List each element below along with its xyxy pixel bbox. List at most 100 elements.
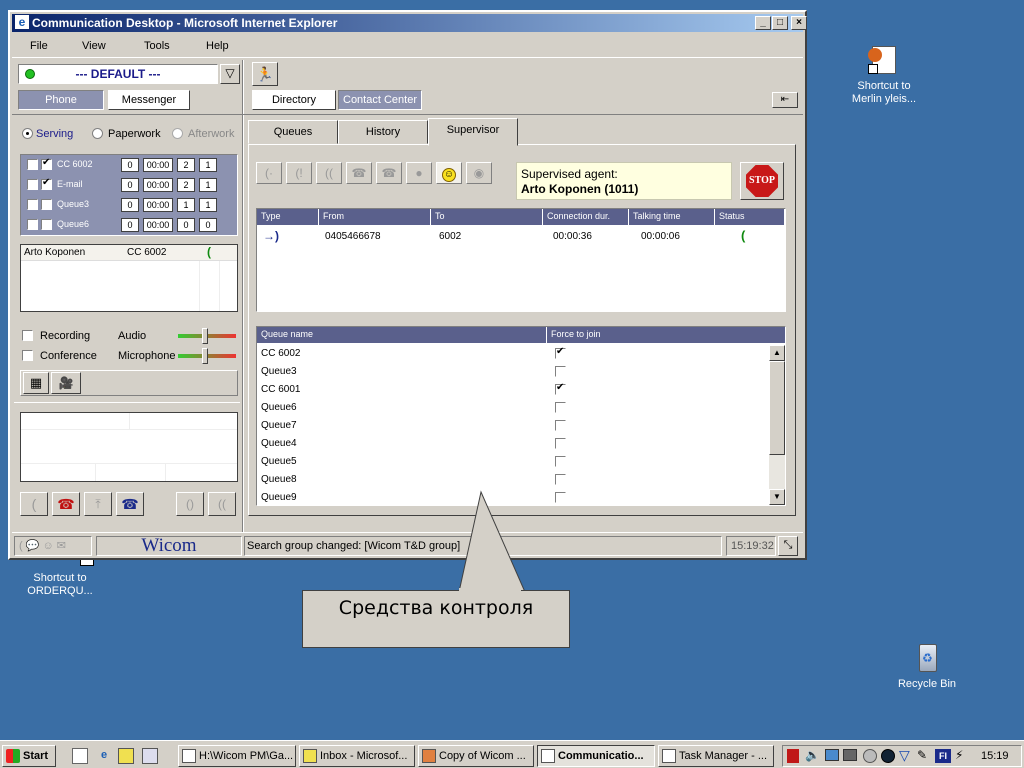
listen-icon[interactable]: (· bbox=[256, 162, 282, 184]
col-header-queue-name[interactable]: Queue name bbox=[257, 327, 547, 343]
task-button-task-manager[interactable]: Task Manager - ... bbox=[658, 745, 774, 767]
queue-active-checkbox[interactable] bbox=[41, 157, 52, 170]
tray-globe-icon[interactable] bbox=[863, 749, 877, 763]
radio-serving[interactable] bbox=[22, 128, 33, 139]
quick-launch-outlook-icon[interactable] bbox=[72, 748, 88, 764]
queue-select-checkbox[interactable] bbox=[27, 219, 38, 230]
hangup-gray-icon[interactable]: ☎ bbox=[376, 162, 402, 184]
task-button-explorer[interactable]: H:\Wicom PM\Ga... bbox=[178, 745, 296, 767]
menu-view[interactable]: View bbox=[82, 40, 106, 52]
queue-select-checkbox[interactable] bbox=[27, 159, 38, 170]
table-row[interactable]: Queue3 bbox=[257, 363, 769, 381]
table-row[interactable]: Queue7 bbox=[257, 417, 769, 435]
menu-help[interactable]: Help bbox=[206, 40, 229, 52]
transfer-icon[interactable]: ⤒ bbox=[84, 492, 112, 516]
col-header-type[interactable]: Type bbox=[257, 209, 319, 225]
tray-network-icon[interactable] bbox=[825, 749, 839, 761]
task-button-communication[interactable]: Communicatio... bbox=[537, 745, 655, 767]
tray-pen-icon[interactable]: ✎ bbox=[917, 748, 927, 762]
conference-call-icon[interactable]: () bbox=[176, 492, 204, 516]
queue-active-checkbox[interactable] bbox=[41, 177, 52, 190]
quick-launch-app-icon[interactable] bbox=[142, 748, 158, 764]
answer-icon[interactable]: ( bbox=[20, 492, 48, 516]
table-row[interactable]: Queue5 bbox=[257, 453, 769, 471]
col-header-connection[interactable]: Connection dur. bbox=[543, 209, 629, 225]
col-header-status[interactable]: Status bbox=[715, 209, 785, 225]
desktop-icon-orderqu[interactable]: Shortcut to ORDERQU... bbox=[10, 558, 110, 598]
tab-phone[interactable]: Phone bbox=[18, 90, 104, 110]
force-join-checkbox[interactable] bbox=[555, 474, 566, 485]
queue-select-checkbox[interactable] bbox=[27, 179, 38, 190]
desktop-icon-recycle-bin[interactable]: ♻ Recycle Bin bbox=[877, 642, 977, 691]
col-header-talking[interactable]: Talking time bbox=[629, 209, 715, 225]
tray-monitor-icon[interactable] bbox=[843, 749, 857, 761]
radio-afterwork[interactable] bbox=[172, 128, 183, 139]
tray-volume-icon[interactable]: 🔈 bbox=[805, 748, 820, 762]
scroll-down-arrow-icon[interactable]: ▼ bbox=[769, 489, 785, 505]
table-row[interactable]: Queue6 bbox=[257, 399, 769, 417]
force-join-checkbox[interactable] bbox=[555, 420, 566, 431]
hangup-icon[interactable]: ☎ bbox=[52, 492, 80, 516]
dialpad-grid-icon[interactable]: ▦ bbox=[23, 372, 49, 394]
detach-panel-icon[interactable]: ⇤ bbox=[772, 92, 798, 108]
recording-checkbox[interactable] bbox=[22, 330, 33, 341]
force-join-checkbox[interactable] bbox=[555, 402, 566, 413]
minimize-button[interactable]: _ bbox=[755, 16, 771, 30]
profile-select[interactable]: --- DEFAULT --- bbox=[18, 64, 218, 84]
table-row[interactable]: Queue8 bbox=[257, 471, 769, 489]
menu-file[interactable]: File bbox=[30, 40, 48, 52]
stop-button[interactable]: STOP bbox=[740, 162, 784, 200]
barge-in-icon[interactable]: (( bbox=[316, 162, 342, 184]
col-header-from[interactable]: From bbox=[319, 209, 431, 225]
conference-checkbox[interactable] bbox=[22, 350, 33, 361]
table-row[interactable]: Queue4 bbox=[257, 435, 769, 453]
force-join-checkbox[interactable] bbox=[555, 346, 566, 359]
audio-slider[interactable] bbox=[202, 328, 208, 344]
task-button-copy-wicom[interactable]: Copy of Wicom ... bbox=[418, 745, 534, 767]
tab-messenger[interactable]: Messenger bbox=[108, 90, 190, 110]
quick-launch-ie-icon[interactable]: e bbox=[96, 748, 112, 764]
tab-directory[interactable]: Directory bbox=[252, 90, 336, 110]
tab-queues[interactable]: Queues bbox=[248, 120, 338, 144]
tray-chevron-icon[interactable]: ▽ bbox=[899, 747, 910, 764]
tray-walk-icon[interactable]: ⚡ bbox=[955, 748, 963, 762]
tray-clock[interactable]: 15:19 bbox=[981, 750, 1009, 762]
force-join-checkbox[interactable] bbox=[555, 366, 566, 377]
desktop-icon-merlin[interactable]: ↗ Shortcut to Merlin yleis... bbox=[834, 44, 934, 106]
queue-row[interactable]: E-mail 0 00:00 2 1 bbox=[21, 175, 237, 195]
queue-row[interactable]: CC 6002 0 00:00 2 1 bbox=[21, 155, 237, 175]
col-header-to[interactable]: To bbox=[431, 209, 543, 225]
queue-select-checkbox[interactable] bbox=[27, 199, 38, 210]
smiley-icon[interactable]: ☺ bbox=[436, 162, 462, 184]
tray-moon-icon[interactable] bbox=[881, 749, 895, 763]
tab-contact-center[interactable]: Contact Center bbox=[338, 90, 422, 110]
close-button[interactable]: × bbox=[791, 16, 807, 30]
record-dot-icon[interactable]: ● bbox=[406, 162, 432, 184]
queue-active-checkbox[interactable] bbox=[41, 219, 52, 230]
task-button-inbox[interactable]: Inbox - Microsof... bbox=[299, 745, 415, 767]
queue-active-checkbox[interactable] bbox=[41, 199, 52, 210]
force-join-checkbox[interactable] bbox=[555, 438, 566, 449]
table-row[interactable]: CC 6002 bbox=[257, 345, 769, 363]
tray-security-icon[interactable] bbox=[787, 749, 799, 763]
table-row[interactable]: →) 0405466678 6002 00:00:36 00:00:06 ( bbox=[257, 227, 785, 247]
table-row[interactable]: CC 6001 bbox=[257, 381, 769, 399]
force-join-checkbox[interactable] bbox=[555, 456, 566, 467]
phone-hold-icon[interactable]: ☎ bbox=[116, 492, 144, 516]
tab-history[interactable]: History bbox=[338, 120, 428, 144]
start-button[interactable]: Start bbox=[2, 745, 56, 767]
title-bar[interactable]: e Communication Desktop - Microsoft Inte… bbox=[12, 14, 807, 32]
force-join-checkbox[interactable] bbox=[555, 382, 566, 395]
tray-language-indicator[interactable]: FI bbox=[935, 749, 951, 763]
queue-row[interactable]: Queue3 0 00:00 1 1 bbox=[21, 195, 237, 215]
menu-tools[interactable]: Tools bbox=[144, 40, 170, 52]
quick-launch-outlook-express-icon[interactable] bbox=[118, 748, 134, 764]
exit-running-man-icon[interactable]: 🏃 bbox=[252, 62, 278, 86]
force-join-checkbox[interactable] bbox=[555, 492, 566, 503]
pickup-icon[interactable]: ☎ bbox=[346, 162, 372, 184]
maximize-button[interactable]: □ bbox=[772, 16, 788, 30]
radio-paperwork[interactable] bbox=[92, 128, 103, 139]
queue-row[interactable]: Queue6 0 00:00 0 0 bbox=[21, 215, 237, 235]
resize-grip-icon[interactable]: ⤡ bbox=[778, 536, 798, 556]
whisper-icon[interactable]: (! bbox=[286, 162, 312, 184]
